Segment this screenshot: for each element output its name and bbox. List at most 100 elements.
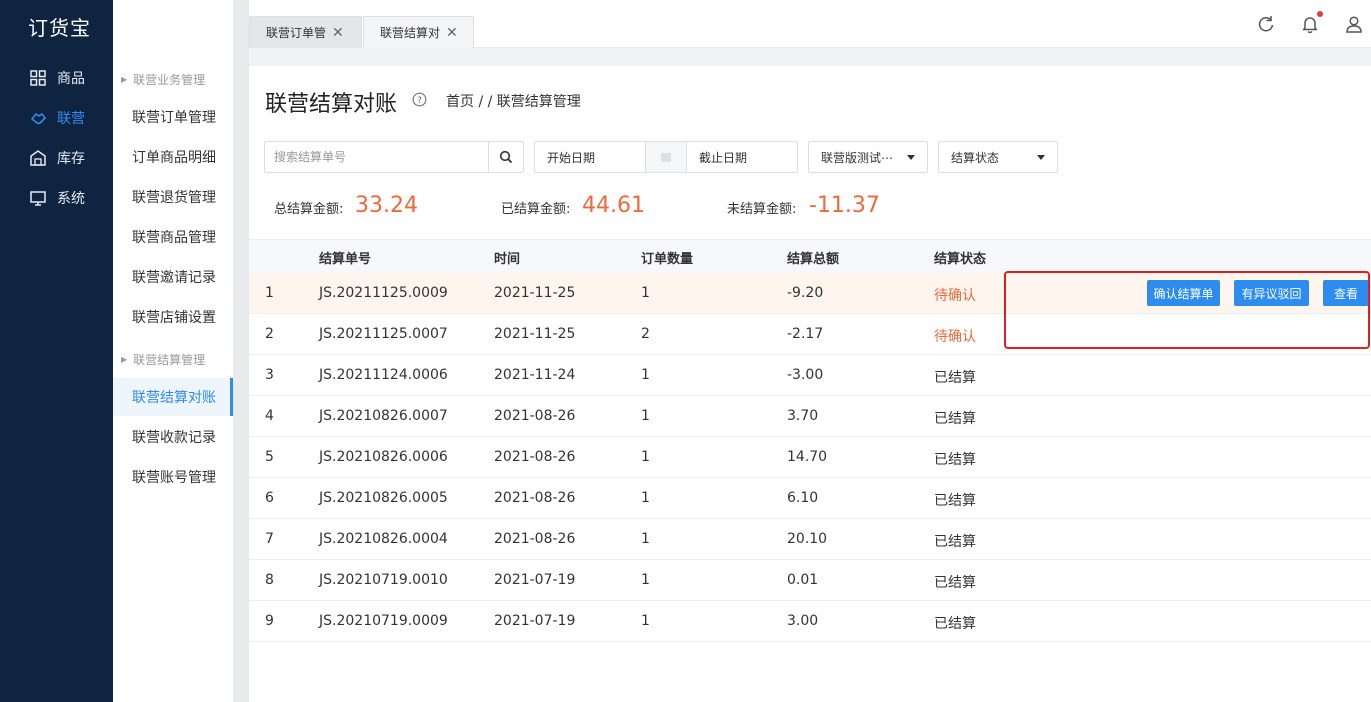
row-index: 7 (265, 531, 274, 547)
settlement-status: 已结算 (934, 534, 976, 550)
grid-icon (30, 70, 46, 86)
nav-item-joint[interactable]: 联营 (0, 106, 113, 130)
settlement-status: 待确认 (934, 329, 976, 345)
refresh-icon[interactable] (1256, 14, 1276, 34)
column-header[interactable]: 订单数量 (641, 248, 693, 267)
search-button[interactable] (488, 142, 523, 172)
settlement-amount: -9.20 (787, 285, 824, 301)
column-header[interactable]: 结算状态 (934, 248, 986, 267)
table-row[interactable]: 8 JS.20210719.0010 2021-07-19 1 0.01 已结算 (249, 560, 1371, 601)
close-icon[interactable]: ✕ (446, 25, 458, 41)
user-icon[interactable] (1344, 14, 1364, 34)
settlement-status: 已结算 (934, 616, 976, 632)
settlement-amount: 14.70 (787, 449, 828, 465)
submenu-item-settlement-reconcile[interactable]: 联营结算对账 (113, 378, 233, 416)
submenu-group-settlement[interactable]: ▶ 联营结算管理 (121, 351, 205, 368)
column-header[interactable]: 时间 (494, 248, 520, 267)
row-index: 6 (265, 490, 274, 506)
unsettled-amount-value: -11.37 (809, 193, 880, 218)
nav-label: 系统 (57, 191, 85, 207)
page-title: 联营结算对账 (265, 92, 398, 117)
sub-sidebar-scrollbar[interactable] (233, 0, 249, 702)
nav-label: 联营 (57, 111, 85, 127)
table-row[interactable]: 5 JS.20210826.0006 2021-08-26 1 14.70 已结… (249, 437, 1371, 478)
submenu-item-payment-records[interactable]: 联营收款记录 (113, 418, 233, 456)
settlement-date: 2021-08-26 (494, 408, 576, 424)
table-row[interactable]: 9 JS.20210719.0009 2021-07-19 1 3.00 已结算 (249, 601, 1371, 642)
submenu-group-business[interactable]: ▶ 联营业务管理 (121, 71, 205, 88)
order-count: 1 (641, 285, 650, 301)
view-button[interactable]: 查看 (1323, 280, 1369, 306)
row-index: 2 (265, 326, 274, 342)
select-value: 联营版测试⋯ (821, 150, 894, 165)
table-row[interactable]: 7 JS.20210826.0004 2021-08-26 1 20.10 已结… (249, 519, 1371, 560)
tab-label: 联营结算对 (380, 26, 441, 40)
help-icon[interactable]: ? (412, 92, 427, 107)
status-select[interactable]: 结算状态 (938, 141, 1058, 173)
submenu-item-order-details[interactable]: 订单商品明细 (113, 138, 233, 176)
settled-amount-value: 44.61 (582, 193, 645, 218)
settlement-no: JS.20210719.0010 (319, 572, 448, 588)
submenu-item-returns[interactable]: 联营退货管理 (113, 178, 233, 216)
select-value: 结算状态 (951, 150, 1000, 165)
nav-label: 库存 (57, 151, 85, 167)
settlement-status: 待确认 (934, 288, 976, 304)
submenu-item-accounts[interactable]: 联营账号管理 (113, 458, 233, 496)
settlement-amount: -3.00 (787, 367, 824, 383)
search-input[interactable] (265, 142, 489, 172)
order-count: 1 (641, 408, 650, 424)
caret-down-icon (1037, 155, 1045, 160)
column-header[interactable]: 结算总额 (787, 248, 839, 267)
settlement-amount: 3.00 (787, 613, 819, 629)
settlement-no: JS.20211124.0006 (319, 367, 448, 383)
settled-amount-label: 已结算金额: (501, 202, 571, 217)
search-icon (499, 150, 513, 164)
submenu-item-orders[interactable]: 联营订单管理 (113, 98, 233, 136)
nav-item-system[interactable]: 系统 (0, 186, 113, 210)
monitor-icon (30, 191, 46, 206)
settlement-status: 已结算 (934, 370, 976, 386)
order-count: 2 (641, 326, 650, 342)
svg-text:?: ? (417, 96, 422, 106)
warehouse-icon (30, 150, 46, 166)
nav-item-products[interactable]: 商品 (0, 66, 113, 90)
settlement-date: 2021-07-19 (494, 572, 576, 588)
dispute-reject-button[interactable]: 有异议驳回 (1234, 280, 1309, 306)
group-label: 联营业务管理 (133, 73, 206, 87)
unsettled-amount-label: 未结算金额: (727, 202, 797, 217)
submenu-item-products[interactable]: 联营商品管理 (113, 218, 233, 256)
app-logo[interactable]: 订货宝 (28, 12, 91, 41)
table-row[interactable]: 2 JS.20211125.0007 2021-11-25 2 -2.17 待确… (249, 314, 1371, 355)
bell-icon[interactable] (1300, 14, 1320, 34)
tab-joint-orders[interactable]: 联营订单管 ✕ (249, 16, 362, 48)
end-date-input[interactable]: 截止日期 (699, 142, 747, 172)
submenu-item-invites[interactable]: 联营邀请记录 (113, 258, 233, 296)
order-count: 1 (641, 613, 650, 629)
settlement-date: 2021-11-25 (494, 285, 576, 301)
settlement-no: JS.20210719.0009 (319, 613, 448, 629)
table-row[interactable]: 1 JS.20211125.0009 2021-11-25 1 -9.20 待确… (249, 273, 1371, 314)
settlement-no: JS.20210826.0005 (319, 490, 448, 506)
row-index: 3 (265, 367, 274, 383)
nav-label: 商品 (57, 71, 85, 87)
tab-label: 联营订单管 (266, 26, 327, 40)
table-row[interactable]: 3 JS.20211124.0006 2021-11-24 1 -3.00 已结… (249, 355, 1371, 396)
settlement-date: 2021-08-26 (494, 449, 576, 465)
breadcrumb[interactable]: 首页 / / 联营结算管理 (446, 91, 581, 111)
order-count: 1 (641, 531, 650, 547)
store-select[interactable]: 联营版测试⋯ (808, 141, 928, 173)
settlement-amount: 3.70 (787, 408, 819, 424)
start-date-input[interactable]: 开始日期 (547, 142, 595, 172)
tab-settlement[interactable]: 联营结算对 ✕ (363, 16, 474, 48)
order-count: 1 (641, 367, 650, 383)
confirm-settlement-button[interactable]: 确认结算单 (1147, 280, 1220, 306)
nav-item-inventory[interactable]: 库存 (0, 146, 113, 170)
column-header[interactable]: 结算单号 (319, 248, 371, 267)
notification-badge (1317, 11, 1323, 17)
table-row[interactable]: 6 JS.20210826.0005 2021-08-26 1 6.10 已结算 (249, 478, 1371, 519)
group-label: 联营结算管理 (133, 353, 206, 367)
close-icon[interactable]: ✕ (332, 25, 344, 41)
settlement-date: 2021-11-24 (494, 367, 576, 383)
submenu-item-store-settings[interactable]: 联营店铺设置 (113, 298, 233, 336)
table-row[interactable]: 4 JS.20210826.0007 2021-08-26 1 3.70 已结算 (249, 396, 1371, 437)
